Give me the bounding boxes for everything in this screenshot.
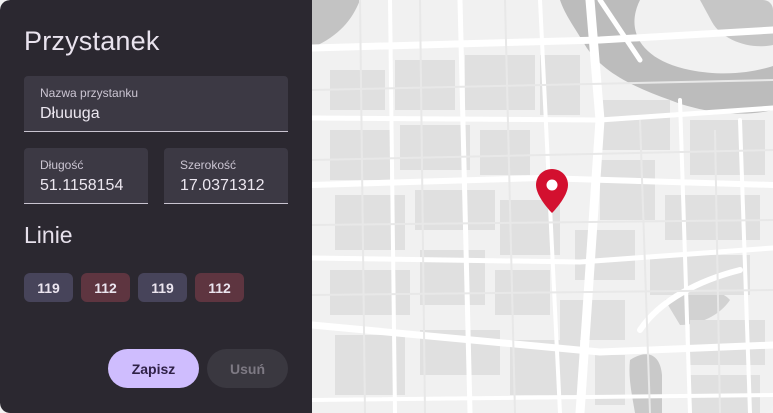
line-chip[interactable]: 119 (138, 273, 187, 302)
save-button[interactable]: Zapisz (108, 349, 199, 388)
latitude-input[interactable]: 17.0371312 (180, 177, 272, 195)
stop-name-input[interactable]: Dłuuuga (40, 105, 272, 123)
delete-button[interactable]: Usuń (207, 349, 288, 388)
line-chip[interactable]: 119 (24, 273, 73, 302)
stop-editor-window: Przystanek Nazwa przystanku Dłuuuga Dług… (0, 0, 773, 413)
stop-name-field[interactable]: Nazwa przystanku Dłuuuga (24, 76, 288, 132)
line-chips: 119 112 119 112 (24, 273, 244, 302)
line-chip[interactable]: 112 (195, 273, 244, 302)
map-pin-icon[interactable] (535, 168, 569, 214)
stop-panel: Przystanek Nazwa przystanku Dłuuuga Dług… (0, 0, 312, 413)
panel-title: Przystanek (24, 26, 160, 56)
longitude-input[interactable]: 51.1158154 (40, 177, 132, 195)
latitude-label: Szerokość (180, 158, 237, 172)
lines-heading: Linie (24, 222, 73, 248)
longitude-label: Długość (40, 158, 84, 172)
line-chip[interactable]: 112 (81, 273, 130, 302)
latitude-field[interactable]: Szerokość 17.0371312 (164, 148, 288, 204)
stop-name-label: Nazwa przystanku (40, 86, 139, 100)
longitude-field[interactable]: Długość 51.1158154 (24, 148, 148, 204)
